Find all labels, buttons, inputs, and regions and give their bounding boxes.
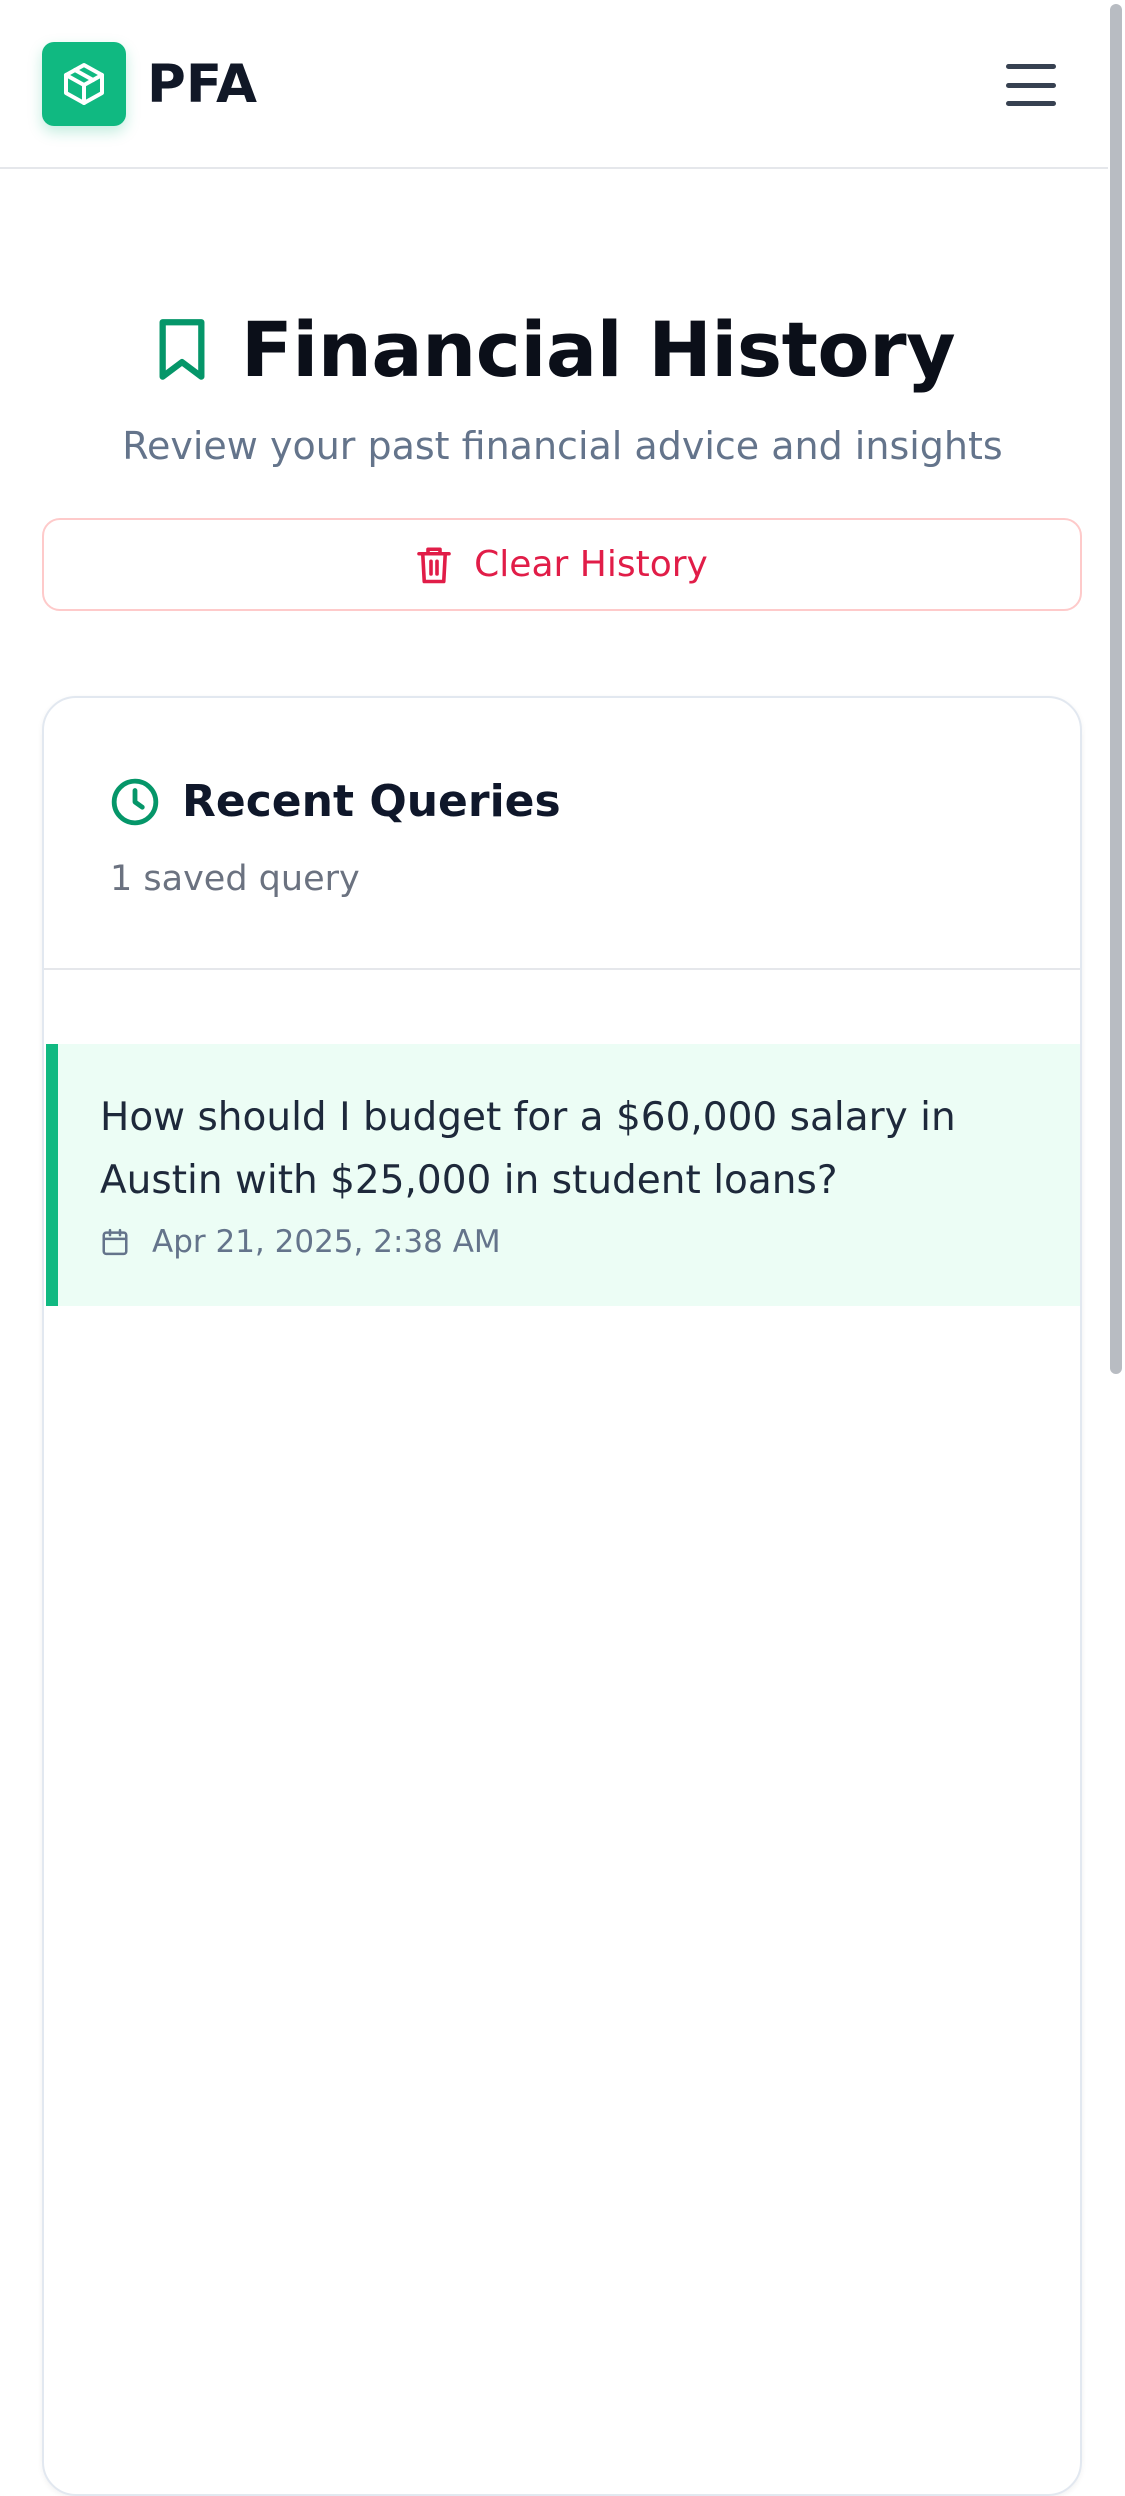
card-title-row: Recent Queries (110, 774, 561, 830)
clock-icon (111, 778, 159, 826)
cube-icon (64, 63, 104, 105)
saved-query-count: 1 saved query (110, 859, 360, 899)
card-title: Recent Queries (182, 776, 561, 827)
calendar-icon (102, 1228, 128, 1256)
app-logo[interactable] (42, 42, 126, 126)
page-title: Financial History (240, 305, 956, 394)
page-title-row: Financial History (0, 300, 1108, 400)
trash-icon (417, 546, 451, 583)
page-subtitle: Review your past financial advice and in… (122, 424, 1003, 468)
query-item[interactable]: How should I budget for a $60,000 salary… (46, 1044, 1080, 1306)
query-meta: Apr 21, 2025, 2:38 AM (100, 1220, 501, 1264)
app-header: PFA (0, 0, 1125, 169)
query-text: How should I budget for a $60,000 salary… (100, 1095, 956, 1203)
clear-history-button[interactable]: Clear History (42, 518, 1082, 611)
app-name[interactable]: PFA (147, 53, 257, 117)
clear-history-label: Clear History (474, 543, 708, 585)
hamburger-menu-icon (1006, 64, 1056, 69)
query-date: Apr 21, 2025, 2:38 AM (152, 1224, 501, 1260)
bookmark-icon (159, 319, 205, 380)
menu-button[interactable] (1000, 58, 1062, 112)
card-header: Recent Queries 1 saved query (44, 698, 1080, 970)
scrollbar-thumb[interactable] (1110, 4, 1122, 1374)
history-card: Recent Queries 1 saved query How should … (42, 696, 1082, 2496)
